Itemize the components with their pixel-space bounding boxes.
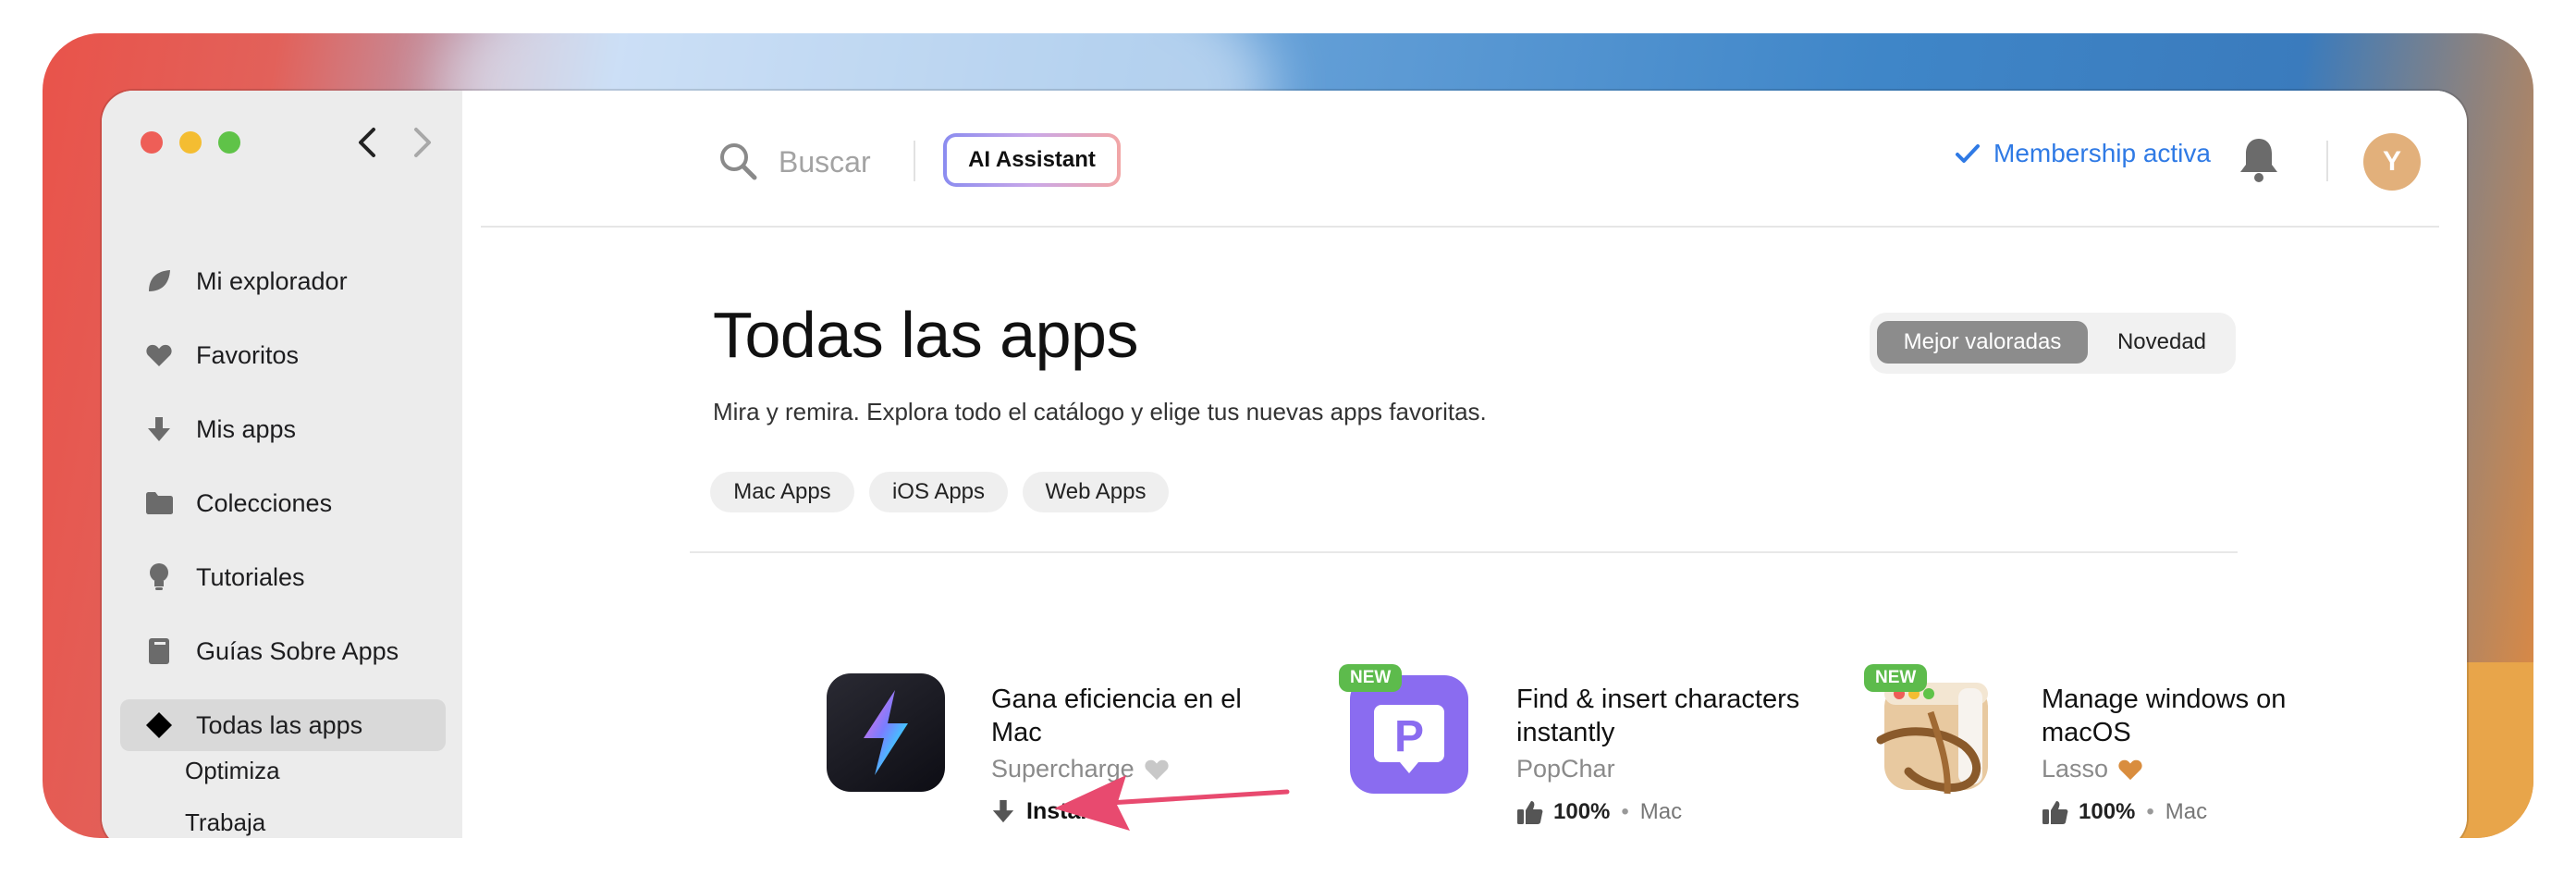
- page-subtitle: Mira y remira. Explora todo el catálogo …: [713, 398, 1487, 426]
- membership-status[interactable]: Membership activa: [1955, 139, 2211, 168]
- sidebar-item-label: Todas las apps: [196, 710, 363, 739]
- install-button[interactable]: Instalar: [991, 797, 1109, 825]
- sidebar-item-tutoriales[interactable]: Tutoriales: [120, 551, 446, 603]
- main-content: AI Assistant Membership activa Y Todas l…: [462, 91, 2467, 838]
- folder-icon: [139, 483, 179, 524]
- lightbulb-icon: [139, 557, 179, 598]
- sidebar-item-label: Guías Sobre Apps: [196, 636, 399, 665]
- app-title-lasso[interactable]: Manage windows on macOS: [2042, 683, 2337, 749]
- sidebar: Mi explorador Favoritos Mis apps Colecci…: [102, 91, 462, 838]
- app-meta-popchar: 100% • Mac: [1516, 799, 1682, 825]
- checkmark-icon: [1956, 144, 1980, 163]
- sidebar-item-mi-explorador[interactable]: Mi explorador: [120, 255, 446, 307]
- app-developer-lasso: Lasso: [2042, 755, 2143, 783]
- diamond-icon: [139, 705, 179, 746]
- app-title-popchar[interactable]: Find & insert characters instantly: [1516, 683, 1812, 749]
- bell-icon[interactable]: [2236, 135, 2282, 185]
- separator-dot: •: [1621, 799, 1629, 824]
- supercharge-app-icon[interactable]: [827, 673, 945, 792]
- sidebar-subitem-optimiza[interactable]: Optimiza: [185, 757, 280, 785]
- filter-chip-ios-apps[interactable]: iOS Apps: [869, 472, 1008, 512]
- minimize-window-button[interactable]: [179, 131, 202, 154]
- sidebar-item-label: Mi explorador: [196, 266, 348, 295]
- sort-option-mejor-valoradas[interactable]: Mejor valoradas: [1877, 321, 2088, 364]
- sidebar-item-guias-sobre-apps[interactable]: Guías Sobre Apps: [120, 625, 446, 677]
- app-meta-lasso: 100% • Mac: [2042, 799, 2207, 825]
- lasso-app-icon[interactable]: [1875, 675, 1997, 797]
- page-title: Todas las apps: [713, 299, 1138, 371]
- leaf-icon: [139, 261, 179, 302]
- avatar[interactable]: Y: [2363, 133, 2421, 191]
- membership-label: Membership activa: [1993, 139, 2211, 167]
- developer-name: Lasso: [2042, 755, 2109, 783]
- new-badge: NEW: [1864, 664, 1928, 692]
- platform-label: Mac: [1639, 799, 1683, 824]
- app-title-supercharge[interactable]: Gana eficiencia en el Mac: [991, 683, 1287, 749]
- desktop-wallpaper: Mi explorador Favoritos Mis apps Colecci…: [43, 33, 2533, 838]
- filter-chip-web-apps[interactable]: Web Apps: [1023, 472, 1169, 512]
- heart-icon: [139, 335, 179, 376]
- download-arrow-icon: [139, 409, 179, 450]
- svg-text:P: P: [1394, 712, 1424, 761]
- ai-assistant-button[interactable]: AI Assistant: [943, 133, 1121, 187]
- ai-assistant-label: AI Assistant: [947, 137, 1117, 183]
- top-bar: AI Assistant Membership activa Y: [481, 91, 2439, 228]
- developer-name: PopChar: [1516, 755, 1615, 783]
- sidebar-item-label: Colecciones: [196, 488, 333, 517]
- filter-chip-mac-apps[interactable]: Mac Apps: [710, 472, 854, 512]
- book-icon: [139, 631, 179, 672]
- sidebar-item-label: Tutoriales: [196, 562, 305, 591]
- divider: [914, 141, 915, 181]
- sidebar-item-mis-apps[interactable]: Mis apps: [120, 403, 446, 455]
- app-window: Mi explorador Favoritos Mis apps Colecci…: [102, 91, 2467, 838]
- rating-value: 100%: [1553, 799, 1611, 824]
- popchar-app-icon[interactable]: P: [1350, 675, 1468, 794]
- app-developer-popchar: PopChar: [1516, 755, 1615, 783]
- search-icon[interactable]: [718, 141, 758, 181]
- new-badge: NEW: [1339, 664, 1403, 692]
- back-chevron-icon[interactable]: [350, 122, 386, 163]
- heart-icon[interactable]: [2117, 758, 2143, 782]
- forward-chevron-icon[interactable]: [403, 122, 440, 163]
- sidebar-item-label: Mis apps: [196, 414, 297, 443]
- thumbs-up-icon: [1517, 801, 1543, 824]
- platform-label: Mac: [2165, 799, 2208, 824]
- heart-icon[interactable]: [1144, 758, 1170, 782]
- rating-value: 100%: [2079, 799, 2136, 824]
- sidebar-subitem-trabaja[interactable]: Trabaja: [185, 808, 265, 837]
- sidebar-item-favoritos[interactable]: Favoritos: [120, 329, 446, 381]
- sort-option-novedad[interactable]: Novedad: [2095, 321, 2228, 364]
- sidebar-item-label: Favoritos: [196, 340, 300, 369]
- divider: [690, 551, 2238, 553]
- sidebar-item-colecciones[interactable]: Colecciones: [120, 477, 446, 529]
- separator-dot: •: [2146, 799, 2154, 824]
- developer-name: Supercharge: [991, 755, 1135, 783]
- zoom-window-button[interactable]: [218, 131, 240, 154]
- search-input[interactable]: [777, 141, 947, 183]
- close-window-button[interactable]: [141, 131, 163, 154]
- app-developer-supercharge: Supercharge: [991, 755, 1170, 783]
- sort-segmented-control: Mejor valoradas Novedad: [1870, 313, 2236, 374]
- divider: [2326, 141, 2328, 181]
- download-arrow-icon: [992, 799, 1014, 823]
- sidebar-item-todas-las-apps[interactable]: Todas las apps: [120, 699, 446, 751]
- install-label: Instalar: [1026, 797, 1109, 824]
- thumbs-up-icon: [2042, 801, 2068, 824]
